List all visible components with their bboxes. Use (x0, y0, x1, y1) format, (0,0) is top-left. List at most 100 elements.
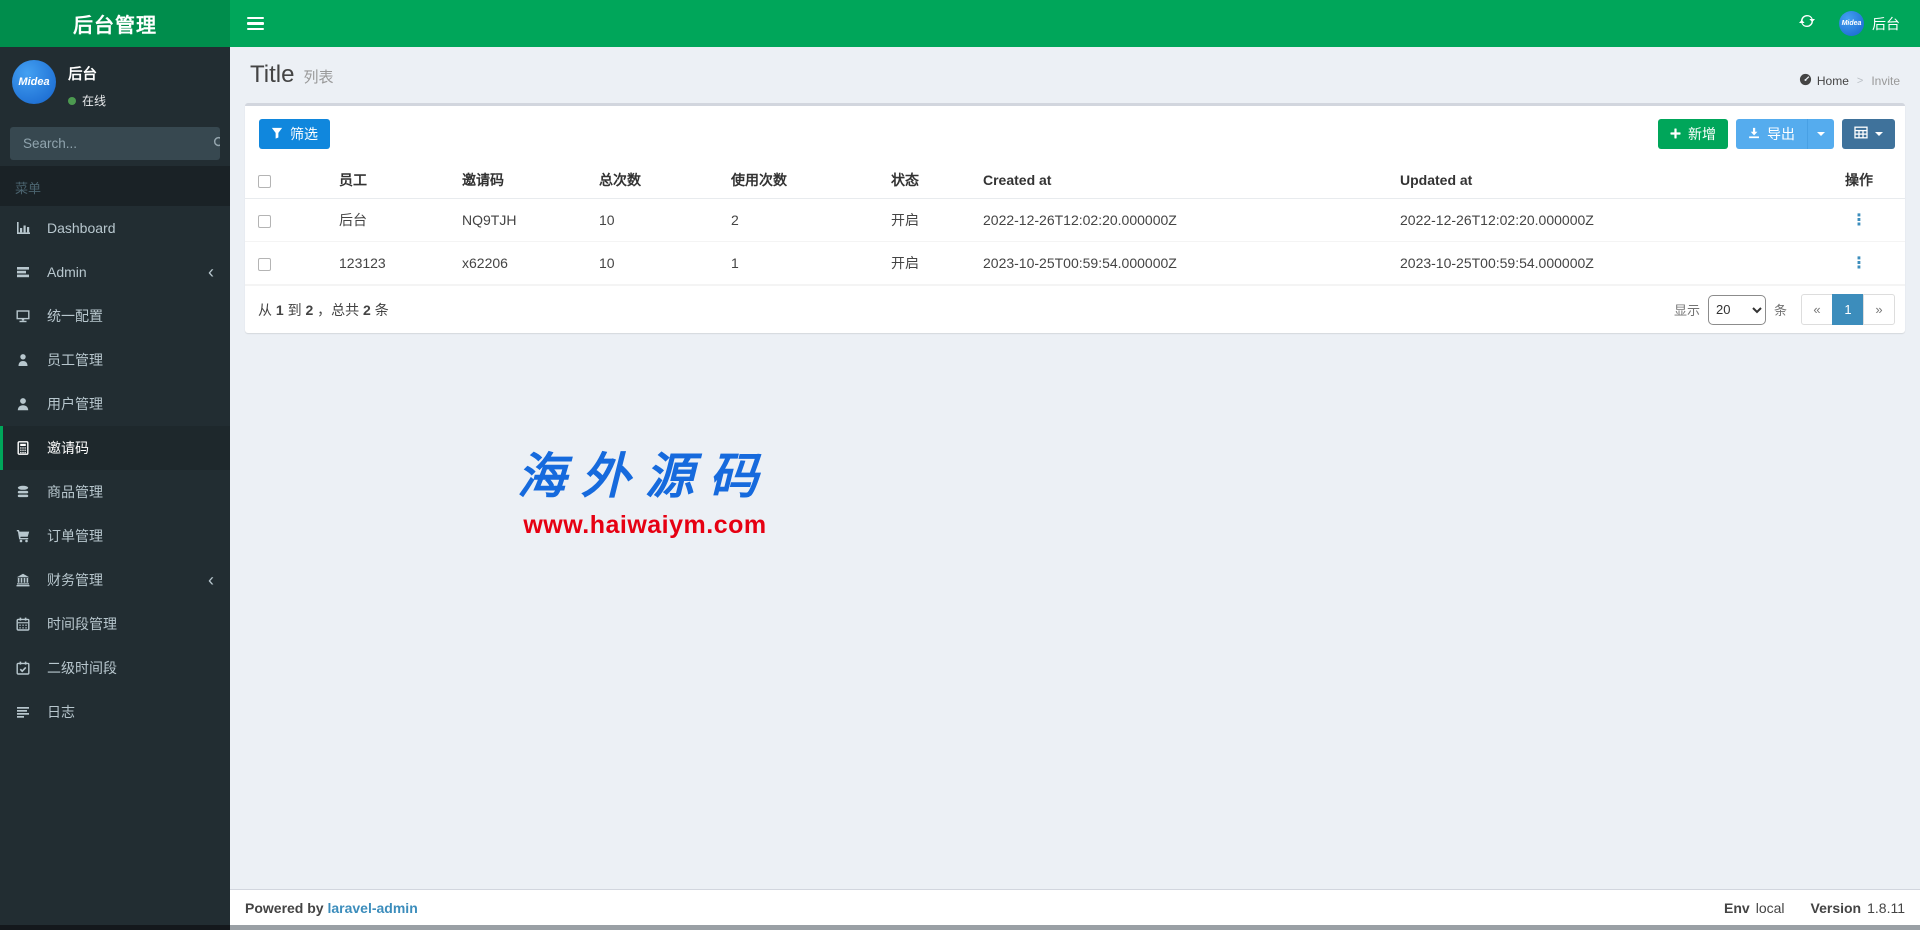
table-header-row: 员工 邀请码 总次数 使用次数 状态 Created at Updated at… (245, 162, 1905, 199)
grid-toolbar: 筛选 新增 导出 (245, 106, 1905, 162)
refresh-icon (1799, 13, 1815, 34)
cart-icon (16, 529, 38, 543)
sidebar-toggle-button[interactable] (230, 0, 281, 47)
sidebar-item-unified-config[interactable]: 统一配置 (0, 294, 230, 338)
page-footer: Powered by laravel-admin Env local Versi… (230, 889, 1920, 925)
cell-employee: 后台 (331, 198, 454, 242)
search-button[interactable] (213, 127, 220, 160)
page-prev-button[interactable]: « (1801, 294, 1833, 325)
row-checkbox[interactable] (258, 257, 271, 271)
content-wrapper: Title 列表 Home > Invite 筛选 新增 导出 员工 邀请码 总… (230, 47, 1920, 925)
row-actions-button[interactable]: ⋮ (1851, 255, 1867, 272)
row-checkbox[interactable] (258, 214, 271, 228)
tasks-icon (16, 265, 38, 279)
grid-box: 筛选 新增 导出 员工 邀请码 总次数 使用次数 状态 Created at U… (245, 103, 1905, 333)
chevron-left-icon: ‹ (208, 262, 214, 282)
add-button[interactable]: 新增 (1658, 119, 1728, 149)
navbar-user-name: 后台 (1872, 15, 1900, 32)
sidebar-item-user-mgmt[interactable]: 用户管理 (0, 382, 230, 426)
pager: « 1 » (1801, 294, 1895, 325)
bank-icon (16, 573, 38, 587)
watermark: 海外源码 www.haiwaiym.com (485, 437, 805, 540)
bar-chart-icon (16, 221, 38, 235)
calendar-check-icon (16, 661, 38, 675)
download-icon (1748, 126, 1760, 142)
page-subtitle: 列表 (303, 69, 334, 86)
sidebar-item-logs[interactable]: 日志 (0, 690, 230, 734)
dashboard-icon (1799, 73, 1812, 89)
refresh-button[interactable] (1785, 0, 1829, 47)
env-label: Env (1724, 899, 1750, 916)
breadcrumb: Home > Invite (1799, 73, 1900, 89)
top-navbar: Midea 后台 (230, 0, 1920, 47)
sidebar-menu: Dashboard Admin ‹ 统一配置 员工管理 用户管理 邀请码 商品管… (0, 206, 230, 734)
sidebar-user-status: 在线 (68, 92, 106, 109)
main-content: 筛选 新增 导出 员工 邀请码 总次数 使用次数 状态 Created at U… (230, 103, 1920, 889)
invite-codes-table: 员工 邀请码 总次数 使用次数 状态 Created at Updated at… (245, 162, 1905, 285)
col-invite-code: 邀请码 (454, 162, 591, 199)
breadcrumb-home[interactable]: Home (1799, 73, 1849, 89)
sidebar: Midea 后台 在线 菜单 Dashboard Adm (0, 47, 230, 925)
sidebar-item-secondary-timeslot[interactable]: 二级时间段 (0, 646, 230, 690)
cell-updated-at: 2022-12-26T12:02:20.000000Z (1392, 198, 1813, 242)
export-dropdown-button[interactable] (1807, 119, 1834, 149)
database-icon (16, 485, 38, 499)
cell-invite-code: x62206 (454, 241, 591, 285)
sidebar-user-name: 后台 (68, 67, 97, 83)
navbar-avatar: Midea (1839, 11, 1864, 36)
breadcrumb-separator: > (1856, 75, 1864, 87)
col-actions: 操作 (1813, 162, 1905, 199)
filter-button[interactable]: 筛选 (259, 119, 330, 149)
sidebar-item-order-mgmt[interactable]: 订单管理 (0, 514, 230, 558)
page-current-button[interactable]: 1 (1832, 294, 1864, 325)
sidebar-item-timeslot-mgmt[interactable]: 时间段管理 (0, 602, 230, 646)
sidebar-item-dashboard[interactable]: Dashboard (0, 206, 230, 250)
cell-total-times: 10 (591, 198, 723, 242)
cell-employee: 123123 (331, 241, 454, 285)
sidebar-item-admin[interactable]: Admin ‹ (0, 250, 230, 294)
col-employee: 员工 (331, 162, 454, 199)
sidebar-item-product-mgmt[interactable]: 商品管理 (0, 470, 230, 514)
bottom-edge-strip (0, 925, 1920, 930)
list-icon (16, 705, 38, 719)
cell-used-times: 2 (723, 198, 883, 242)
table-row: 123123 x62206 10 1 开启 2023-10-25T00:59:5… (245, 241, 1905, 285)
search-icon (213, 136, 220, 152)
sidebar-item-employee-mgmt[interactable]: 员工管理 (0, 338, 230, 382)
export-button[interactable]: 导出 (1736, 119, 1807, 149)
cell-updated-at: 2023-10-25T00:59:54.000000Z (1392, 241, 1813, 285)
desktop-icon (16, 309, 38, 323)
online-status-label: 在线 (82, 94, 107, 108)
cell-status: 开启 (883, 241, 975, 285)
search-input[interactable] (10, 127, 213, 160)
hamburger-icon (247, 16, 264, 20)
chevron-left-icon: ‹ (208, 570, 214, 590)
version-value: 1.8.11 (1867, 899, 1905, 916)
laravel-admin-link[interactable]: laravel-admin (327, 900, 417, 916)
select-all-checkbox[interactable] (258, 174, 271, 188)
per-page-unit: 条 (1773, 303, 1787, 318)
powered-by-text: Powered by (245, 899, 324, 916)
cell-status: 开启 (883, 198, 975, 242)
app-logo[interactable]: 后台管理 (0, 0, 230, 47)
version-label: Version (1810, 899, 1862, 916)
grid-footer: 从 1 到 2 ，总共 2 条 显示 20 条 « 1 » (245, 285, 1905, 333)
caret-down-icon (1817, 132, 1825, 136)
col-created-at: Created at (975, 162, 1392, 199)
page-next-button[interactable]: » (1863, 294, 1895, 325)
pagination-summary: 从 1 到 2 ，总共 2 条 (258, 301, 389, 318)
plus-icon (1670, 126, 1681, 142)
col-total-times: 总次数 (591, 162, 723, 199)
column-selector-button[interactable] (1842, 119, 1895, 149)
user-md-icon (16, 353, 38, 367)
cell-created-at: 2022-12-26T12:02:20.000000Z (975, 198, 1392, 242)
col-used-times: 使用次数 (723, 162, 883, 199)
per-page-label: 显示 (1673, 303, 1700, 318)
watermark-line1: 海外源码 (516, 447, 773, 505)
per-page-select[interactable]: 20 (1707, 294, 1766, 325)
sidebar-search-form (10, 127, 220, 160)
sidebar-item-invite-code[interactable]: 邀请码 (0, 426, 230, 470)
sidebar-item-finance-mgmt[interactable]: 财务管理 ‹ (0, 558, 230, 602)
navbar-user-menu[interactable]: Midea 后台 (1829, 0, 1920, 47)
row-actions-button[interactable]: ⋮ (1851, 212, 1867, 229)
